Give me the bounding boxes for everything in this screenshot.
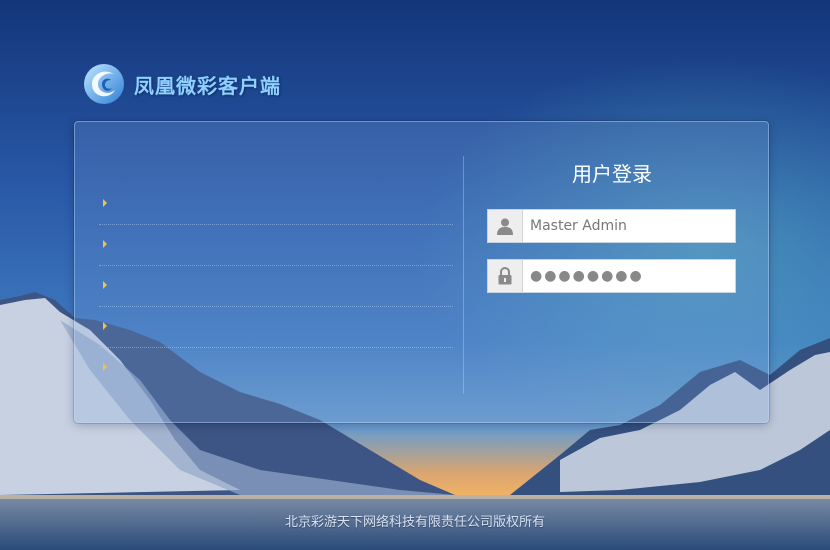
- list-item[interactable]: [99, 348, 453, 388]
- arrow-bullet-icon: [103, 240, 107, 248]
- list-item[interactable]: [99, 225, 453, 266]
- list-item[interactable]: [99, 266, 453, 307]
- news-list: [99, 184, 453, 388]
- arrow-bullet-icon: [103, 322, 107, 330]
- password-field[interactable]: [487, 259, 736, 293]
- username-input[interactable]: [523, 211, 735, 241]
- user-icon: [488, 210, 523, 242]
- brand-name: 凤凰微彩客户端: [134, 73, 281, 98]
- copyright-footer: 北京彩游天下网络科技有限责任公司版权所有: [284, 515, 545, 530]
- username-field[interactable]: [487, 209, 736, 243]
- panel-divider: [463, 156, 464, 394]
- brand-logo: 凤凰微彩客户端: [82, 62, 281, 106]
- login-title: 用户登录: [572, 162, 652, 186]
- arrow-bullet-icon: [103, 199, 107, 207]
- lock-icon: [488, 260, 523, 292]
- arrow-bullet-icon: [103, 281, 107, 289]
- list-item[interactable]: [99, 184, 453, 225]
- arrow-bullet-icon: [103, 363, 107, 371]
- phoenix-logo-icon: [84, 64, 124, 104]
- login-panel: 用户登录: [74, 121, 769, 423]
- password-input[interactable]: [523, 261, 735, 291]
- list-item[interactable]: [99, 307, 453, 348]
